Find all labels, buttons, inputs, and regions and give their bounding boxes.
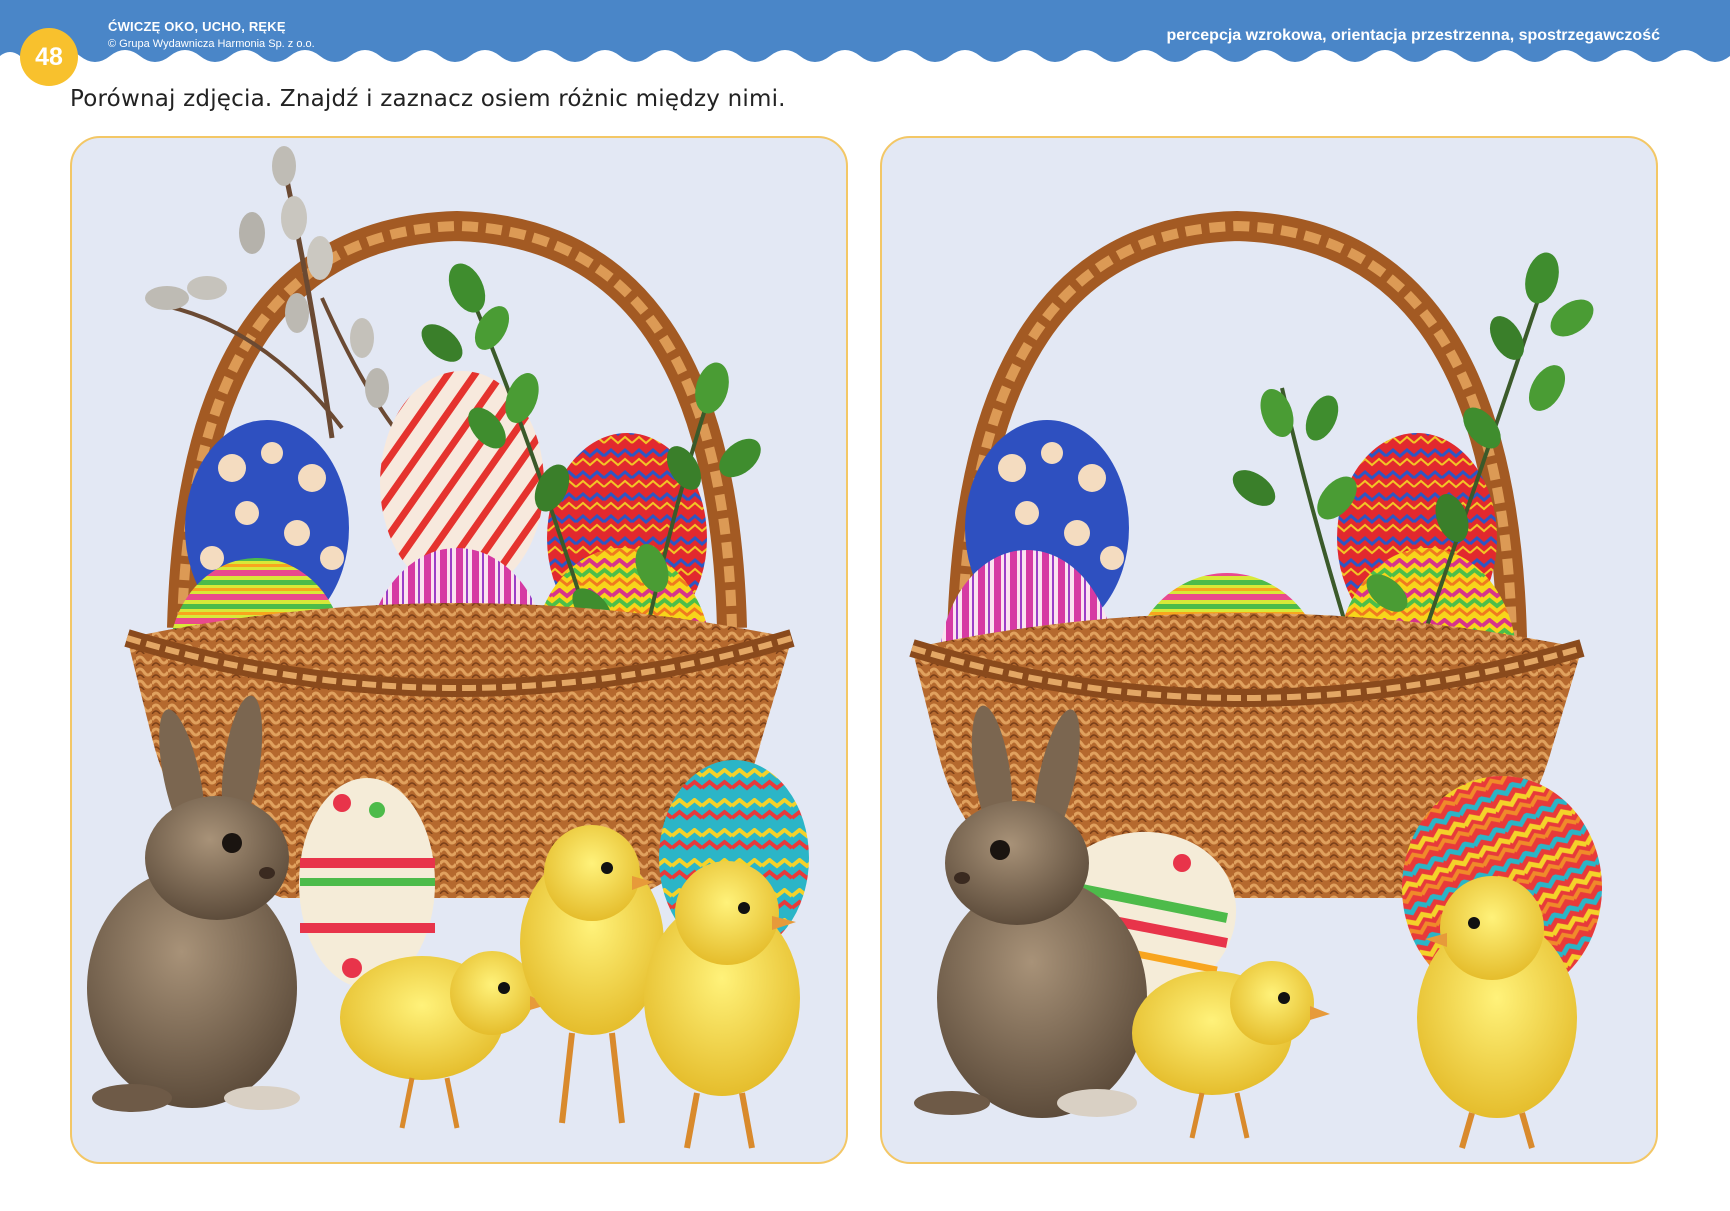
chick-icon	[644, 861, 800, 1149]
page-number-badge: 48	[20, 28, 78, 86]
right-picture-panel	[880, 136, 1658, 1164]
copyright-notice: © Grupa Wydawnicza Harmonia Sp. z o.o.	[108, 38, 315, 50]
skills-tags: percepcja wzrokowa, orientacja przestrze…	[1166, 27, 1660, 44]
page-number: 48	[35, 42, 63, 71]
book-title: ĆWICZĘ OKO, UCHO, RĘKĘ	[108, 19, 286, 34]
page-header: 48 ĆWICZĘ OKO, UCHO, RĘKĘ © Grupa Wydawn…	[0, 0, 1730, 86]
chick-icon	[1132, 961, 1330, 1139]
left-easter-scene	[87, 146, 809, 1149]
exercise-instruction: Porównaj zdjęcia. Znajdź i zaznacz osiem…	[70, 86, 786, 112]
chick-icon	[340, 951, 550, 1129]
left-picture-panel	[70, 136, 848, 1164]
right-easter-scene	[909, 210, 1602, 1149]
